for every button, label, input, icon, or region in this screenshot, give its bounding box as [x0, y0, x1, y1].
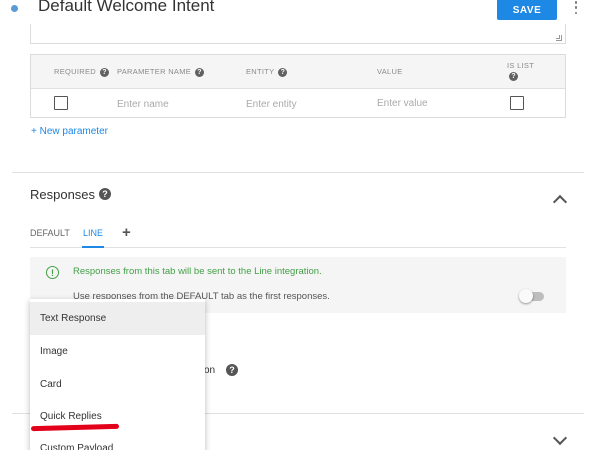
toggle-knob[interactable]	[519, 289, 533, 303]
partial-label: on	[204, 365, 216, 376]
more-options-icon[interactable]	[572, 0, 580, 14]
chevron-down-icon[interactable]	[552, 430, 568, 446]
entity-input[interactable]: Enter entity	[246, 99, 297, 110]
parameters-table: REQUIRED? PARAMETER NAME? ENTITY? VALUE …	[30, 54, 566, 118]
help-icon[interactable]: ?	[278, 67, 288, 77]
help-icon[interactable]: ?	[100, 67, 109, 77]
column-is-list: IS LIST	[507, 61, 535, 70]
help-icon[interactable]: ?	[195, 67, 205, 77]
menu-item-image[interactable]: Image	[30, 335, 205, 368]
column-entity: ENTITY?	[246, 67, 288, 77]
menu-item-card[interactable]: Card	[30, 368, 205, 401]
parameters-table-header: REQUIRED? PARAMETER NAME? ENTITY? VALUE …	[31, 55, 565, 89]
text-area[interactable]	[30, 24, 566, 44]
parameter-name-input[interactable]: Enter name	[117, 99, 169, 110]
responses-title: Responses	[30, 187, 96, 202]
help-icon[interactable]: ?	[509, 72, 518, 81]
chevron-up-icon[interactable]	[552, 194, 568, 210]
required-checkbox[interactable]	[54, 96, 68, 110]
add-tab-icon[interactable]: +	[122, 224, 131, 241]
menu-item-custom-payload[interactable]: Custom Payload	[30, 432, 205, 450]
column-parameter-name: PARAMETER NAME?	[117, 67, 205, 77]
new-parameter-link[interactable]: + New parameter	[31, 126, 108, 137]
intent-title[interactable]: Default Welcome Intent	[38, 0, 214, 16]
column-value: VALUE	[377, 67, 403, 76]
resize-handle-icon[interactable]	[556, 35, 562, 41]
tab-default[interactable]: DEFAULT	[30, 228, 70, 238]
tab-line[interactable]: LINE	[83, 228, 103, 238]
info-message: Responses from this tab will be sent to …	[73, 266, 322, 277]
value-input[interactable]: Enter value	[377, 98, 428, 109]
response-tabs: DEFAULT LINE +	[30, 224, 566, 248]
active-tab-indicator	[82, 246, 104, 248]
help-icon[interactable]: ?	[99, 188, 111, 200]
info-icon: !	[46, 266, 59, 279]
status-dot-icon	[11, 5, 18, 12]
help-icon[interactable]: ?	[226, 364, 238, 376]
save-button[interactable]: SAVE	[497, 0, 557, 20]
menu-item-text-response[interactable]: Text Response	[30, 302, 205, 335]
section-divider	[12, 172, 584, 173]
is-list-checkbox[interactable]	[510, 96, 524, 110]
column-required: REQUIRED?	[54, 67, 109, 77]
